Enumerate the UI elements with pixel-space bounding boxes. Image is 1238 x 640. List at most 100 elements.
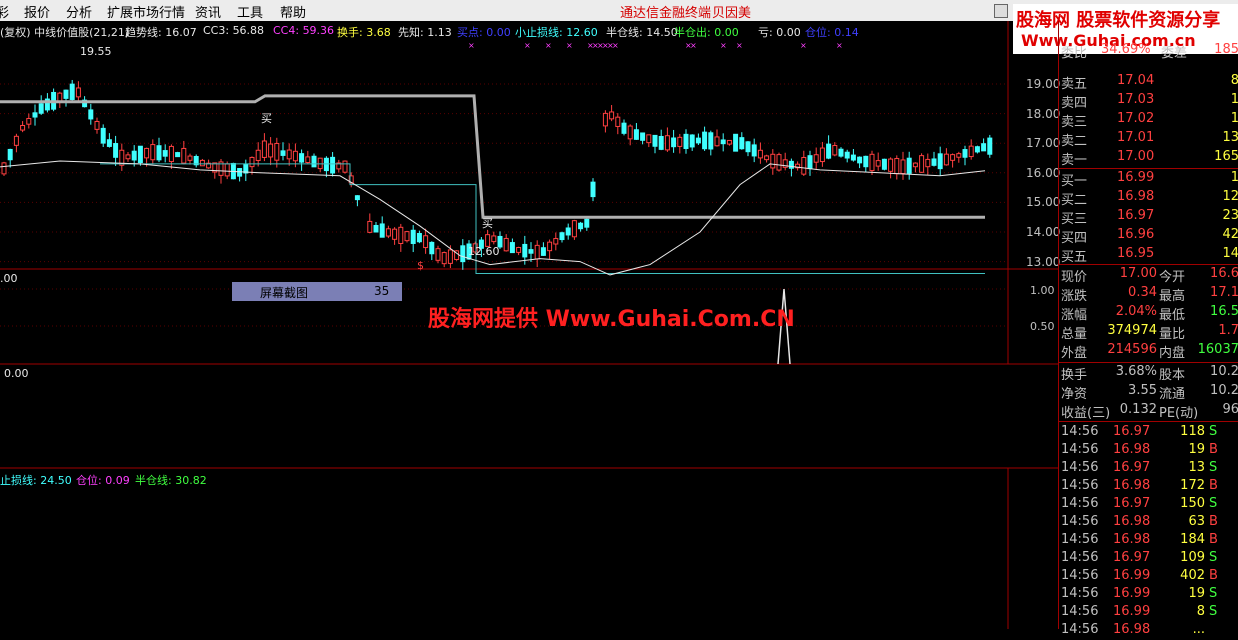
candle-body: [906, 157, 912, 174]
candle-body: [385, 228, 391, 237]
sell-label: 卖三: [1061, 115, 1088, 130]
x-mark: ×: [566, 41, 573, 50]
candle-body: [900, 159, 906, 175]
x-mark: ×: [690, 41, 697, 50]
candle-body: [429, 241, 435, 255]
quote-value: 34.69%: [1101, 42, 1151, 57]
candle-body: [751, 144, 757, 157]
candle-body: [609, 111, 615, 120]
candle-body: [255, 149, 261, 161]
tick-price: 16.98: [1113, 442, 1151, 457]
stat-label: 量比: [1159, 327, 1186, 342]
indicator-item: 买点: 0.00: [457, 26, 511, 39]
candle-body: [416, 232, 422, 243]
tick-time: 14:56: [1061, 442, 1099, 457]
menu-item-extended-market[interactable]: 扩展市场行情: [107, 2, 185, 21]
tick-time: 14:56: [1061, 460, 1099, 475]
fund-value: 3.68%: [1115, 364, 1157, 379]
screenshot-count: 35: [374, 284, 390, 298]
tick-time: 14:56: [1061, 622, 1099, 637]
sell-volume: 1: [1230, 92, 1238, 107]
signal-marks: × × × × ×××××× ×× × × × ×: [468, 41, 843, 50]
candle-body: [974, 146, 980, 153]
pane3-value: 0.00: [4, 367, 29, 380]
candle-body: [757, 149, 763, 159]
candle-body: [962, 149, 968, 158]
buy-label: 买四: [1061, 231, 1088, 246]
buy-label: 买一: [1061, 174, 1088, 189]
candle-body: [435, 248, 441, 261]
buy-price: 16.97: [1117, 208, 1155, 223]
candle-body: [373, 224, 379, 233]
candle-body: [7, 148, 13, 161]
sell-volume: 165: [1214, 149, 1238, 164]
menu-item-quote[interactable]: 报价: [24, 2, 50, 21]
indicator-item: 先知: 1.13: [398, 26, 452, 39]
stat-value: 17.00: [1119, 266, 1157, 281]
tick-time: 14:56: [1061, 514, 1099, 529]
menu-item-tools[interactable]: 工具: [237, 2, 263, 21]
sell-price: 17.02: [1117, 111, 1155, 126]
tick-time: 14:56: [1061, 532, 1099, 547]
candle-body: [137, 145, 143, 164]
tick-row: 14:56 16.99 8 S: [1061, 604, 1238, 622]
divider: [1059, 264, 1238, 265]
buy-label: 买五: [1061, 250, 1088, 265]
candle-body: [695, 137, 701, 144]
tick-side: S: [1209, 550, 1218, 565]
candle-body: [640, 132, 646, 141]
stat-label: 涨幅: [1061, 308, 1088, 323]
menu-item-news[interactable]: 资讯: [195, 2, 221, 21]
buy-row: 买二 16.98 12: [1061, 189, 1238, 208]
candle-body: [460, 245, 466, 263]
tick-row: 14:56 16.98 19 B: [1061, 442, 1238, 460]
candle-body: [342, 160, 348, 173]
menu-item-help[interactable]: 帮助: [280, 2, 306, 21]
divider: [1059, 421, 1238, 422]
screenshot-label: 屏幕截图: [260, 286, 309, 300]
tick-row: 14:56 16.98 172 B: [1061, 478, 1238, 496]
candle-body: [57, 92, 63, 102]
candle-body: [863, 155, 869, 168]
tick-price: 16.97: [1113, 550, 1151, 565]
tick-volume: 19: [1188, 442, 1205, 457]
pane2-value: .00: [0, 272, 18, 285]
stat-value: 16.6: [1210, 266, 1238, 281]
candle-body: [75, 87, 81, 98]
buy-price: 16.96: [1117, 227, 1155, 242]
minimize-icon[interactable]: [994, 4, 1008, 18]
candle-body: [38, 103, 44, 114]
stat-label: 内盘: [1159, 346, 1186, 361]
candle-body: [770, 153, 776, 169]
menu-item-analysis[interactable]: 分析: [66, 2, 92, 21]
x-mark: ×: [612, 41, 619, 50]
candle-body: [776, 154, 782, 171]
quote-label: 委比: [1061, 46, 1088, 61]
candle-body: [578, 222, 584, 230]
pane4-item: 仓位: 0.09: [76, 474, 130, 487]
tick-side: S: [1209, 586, 1218, 601]
tick-volume: ...: [1192, 622, 1205, 637]
tick-volume: 63: [1188, 514, 1205, 529]
fund-value: 0.132: [1119, 402, 1157, 417]
candle-body: [162, 150, 168, 157]
buy-signal-2: 买: [482, 217, 493, 230]
candle-body: [398, 226, 404, 244]
buy-price: 16.99: [1117, 170, 1155, 185]
candle-body: [714, 136, 720, 147]
fund-value: 10.2: [1210, 364, 1238, 379]
quote-panel: 委比 34.69% 委差 185 卖五 17.04 8 卖四 17.03 1 卖三 17.02 1 卖二 1…: [1058, 21, 1238, 637]
candle-body: [150, 144, 156, 161]
stat-label: 涨跌: [1061, 289, 1088, 304]
stat-row: 涨跌 0.34 最高 17.1: [1061, 285, 1238, 304]
tick-volume: 402: [1180, 568, 1205, 583]
candle-body: [615, 116, 621, 127]
candle-body: [268, 143, 274, 158]
indicator-item: 半仓线: 14.50: [606, 26, 678, 39]
candle-body: [850, 154, 856, 161]
sell-row: 卖三 17.02 1: [1061, 111, 1238, 130]
menu-item-color[interactable]: 彩: [0, 2, 9, 21]
tick-price: 16.98: [1113, 532, 1151, 547]
screenshot-tooltip[interactable]: 屏幕截图 35: [232, 282, 402, 301]
candle-body: [20, 124, 26, 131]
